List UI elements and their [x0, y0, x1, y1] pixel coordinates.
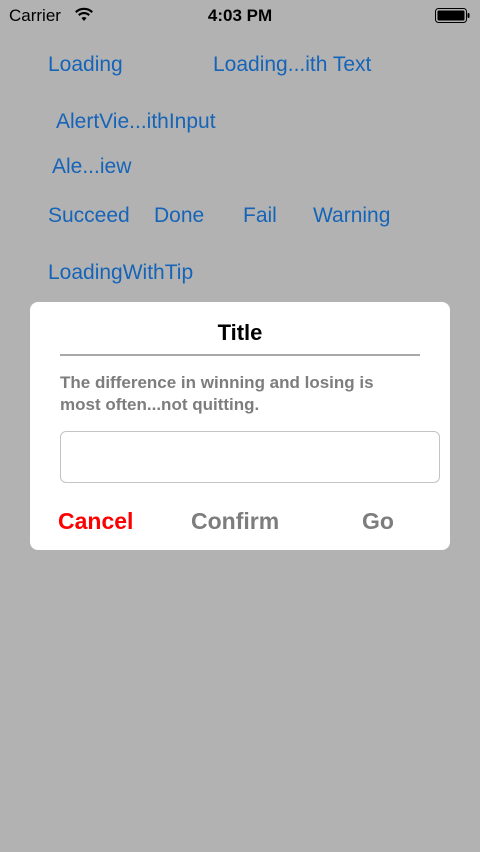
- succeed-button[interactable]: Succeed: [48, 204, 130, 228]
- alert-dialog: Title The difference in winning and losi…: [30, 302, 450, 550]
- loading-with-text-button[interactable]: Loading...ith Text: [213, 53, 371, 77]
- cancel-button[interactable]: Cancel: [58, 508, 133, 535]
- dialog-text-input[interactable]: [60, 431, 440, 483]
- loading-button[interactable]: Loading: [48, 53, 123, 77]
- go-button[interactable]: Go: [362, 508, 394, 535]
- battery-full-icon: [435, 8, 470, 23]
- status-bar: Carrier 4:03 PM: [0, 0, 480, 32]
- confirm-button[interactable]: Confirm: [191, 508, 279, 535]
- title-divider: [60, 354, 420, 356]
- alert-view-with-input-button[interactable]: AlertVie...ithInput: [56, 110, 216, 134]
- done-button[interactable]: Done: [154, 204, 204, 228]
- alert-view-button[interactable]: Ale...iew: [52, 155, 131, 179]
- dialog-title: Title: [217, 320, 263, 345]
- warning-button[interactable]: Warning: [313, 204, 390, 228]
- dialog-message: The difference in winning and losing is …: [60, 373, 374, 414]
- loading-with-tip-button[interactable]: LoadingWithTip: [48, 261, 193, 285]
- clock: 4:03 PM: [207, 6, 273, 25]
- fail-button[interactable]: Fail: [243, 204, 277, 228]
